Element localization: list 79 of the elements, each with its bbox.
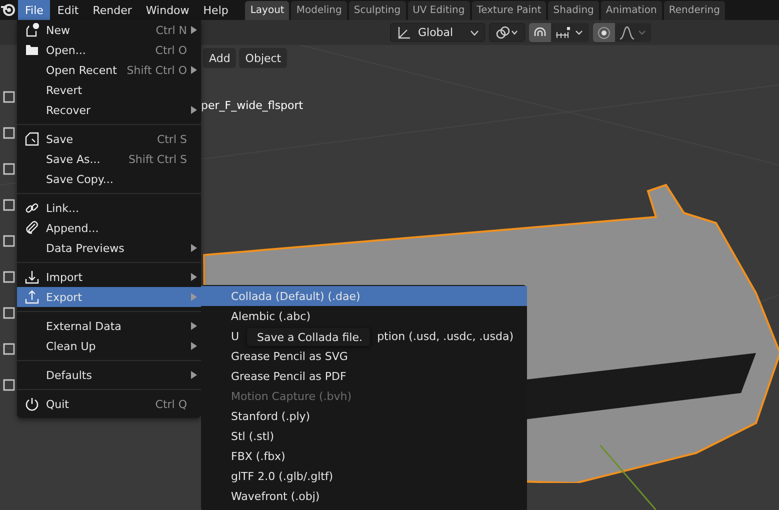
menu-item[interactable]: FBX (.fbx) (201, 446, 527, 466)
folder-icon (24, 43, 38, 57)
submenu-arrow-icon (191, 293, 197, 301)
tool-icon[interactable] (2, 306, 16, 320)
import-icon (24, 270, 38, 284)
menu-item[interactable]: Data Previews (17, 238, 201, 258)
menu-item[interactable]: Link... (17, 198, 201, 218)
submenu-arrow-icon (191, 106, 197, 114)
app-logo-icon[interactable] (0, 2, 16, 18)
menu-item[interactable]: U (231, 330, 240, 342)
menu-item[interactable]: glTF 2.0 (.glb/.gltf) (201, 466, 527, 486)
orientation-dropdown[interactable]: Global (390, 23, 485, 42)
menu-item[interactable]: Help (196, 0, 236, 20)
paperclip-icon (24, 221, 38, 235)
submenu-arrow-icon (191, 273, 197, 281)
pivot-dropdown[interactable] (489, 23, 525, 42)
tool-icon[interactable] (2, 342, 16, 356)
menu-item[interactable]: Defaults (17, 365, 201, 385)
submenu-arrow-icon (191, 66, 197, 74)
menu-button[interactable]: Add (203, 48, 236, 68)
menu-item[interactable]: Clean Up (17, 336, 201, 356)
menu-item[interactable]: Edit (50, 0, 86, 20)
workspace-tab[interactable]: Sculpting (348, 1, 406, 20)
menu-item[interactable]: File (18, 0, 50, 20)
menu-item[interactable]: Save Ctrl S (17, 129, 201, 149)
object-name-label: per_F_wide_flsport (201, 99, 304, 112)
submenu-arrow-icon (191, 244, 197, 252)
submenu-arrow-icon (191, 342, 197, 350)
submenu-arrow-icon (191, 26, 197, 34)
tool-icon[interactable] (2, 198, 16, 212)
new-file-icon (24, 23, 38, 37)
submenu-arrow-icon (191, 371, 197, 379)
axes-icon (396, 26, 412, 40)
menu-item[interactable]: Recover (17, 100, 201, 120)
tooltip: Save a Collada file. (247, 328, 370, 346)
menu-item[interactable]: Open... Ctrl O (17, 40, 201, 60)
chevron-down-icon (470, 30, 479, 36)
workspace-tab[interactable]: UV Editing (408, 1, 470, 20)
menu-item[interactable]: ption (.usd, .usdc, .usda) (377, 330, 514, 342)
workspace-tab[interactable]: Texture Paint (472, 1, 546, 20)
menu-item[interactable]: Collada (Default) (.dae) (201, 286, 527, 306)
export-icon (24, 290, 38, 304)
workspace-tab[interactable]: Animation (600, 1, 662, 20)
menu-item[interactable]: Revert (17, 80, 201, 100)
menu-button[interactable]: Object (239, 48, 288, 68)
menu-item[interactable]: Quit Ctrl Q (17, 394, 201, 414)
menu-item[interactable]: Append... (17, 218, 201, 238)
tool-icon[interactable] (2, 162, 16, 176)
tool-icon[interactable] (2, 234, 16, 248)
menu-item[interactable]: Grease Pencil as SVG (201, 346, 527, 366)
menu-item[interactable]: Alembic (.abc) (201, 306, 527, 326)
axis-line (600, 445, 656, 510)
menu-item[interactable]: Render (86, 0, 139, 20)
menu-item[interactable]: Open Recent Shift Ctrl O (17, 60, 201, 80)
save-icon (24, 132, 38, 146)
menu-item[interactable]: Grease Pencil as PDF (201, 366, 527, 386)
tool-icon[interactable] (2, 270, 16, 284)
menu-item[interactable]: Import (17, 267, 201, 287)
submenu-arrow-icon (191, 322, 197, 330)
tool-icon[interactable] (2, 90, 16, 104)
menu-item[interactable]: Save Copy... (17, 169, 201, 189)
menu-item[interactable]: External Data (17, 316, 201, 336)
menu-item[interactable]: Window (138, 0, 196, 20)
proportional-edit-icon[interactable] (593, 23, 615, 42)
workspace-tab[interactable]: Modeling (291, 1, 347, 20)
tool-icon[interactable] (2, 378, 16, 392)
menu-item[interactable]: New Ctrl N (17, 20, 201, 40)
menu-item[interactable]: Wavefront (.obj) (201, 486, 527, 506)
workspace-tab[interactable]: Shading (548, 1, 599, 20)
menu-item[interactable]: Stl (.stl) (201, 426, 527, 446)
menu-item[interactable]: Export (17, 287, 201, 307)
workspace-tab[interactable]: Rendering (664, 1, 725, 20)
workspace-tab[interactable]: Layout (245, 1, 290, 20)
magnet-icon[interactable] (529, 23, 551, 42)
link-icon (24, 201, 38, 215)
power-icon (24, 397, 38, 411)
menu-item[interactable]: Stanford (.ply) (201, 406, 527, 426)
menu-item[interactable]: Save As... Shift Ctrl S (17, 149, 201, 169)
tool-icon[interactable] (2, 126, 16, 140)
